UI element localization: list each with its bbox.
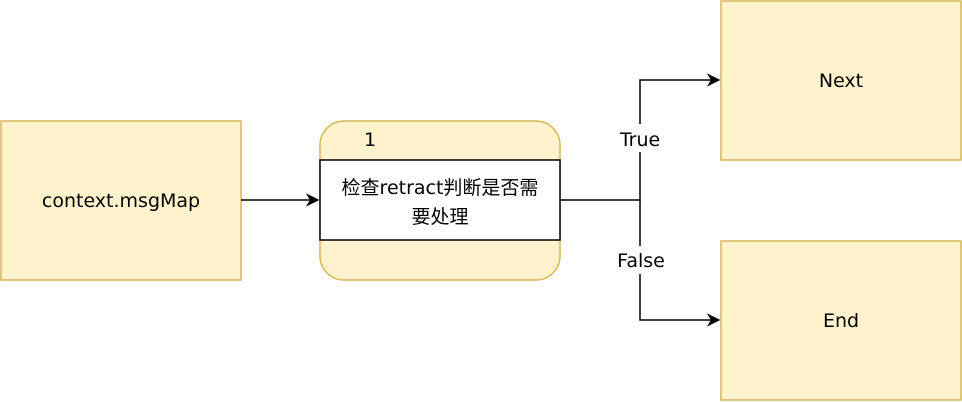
- flow-diagram: context.msgMap 1 检查retract判断是否需 要处理 Next…: [0, 0, 962, 401]
- process-node-label-line2: 要处理: [411, 206, 468, 228]
- end-node[interactable]: End: [720, 240, 962, 401]
- source-node-label: context.msgMap: [42, 190, 200, 212]
- process-node-label-line1: 检查retract判断是否需: [342, 177, 539, 199]
- process-node[interactable]: 1 检查retract判断是否需 要处理: [319, 120, 561, 281]
- next-node-label: Next: [819, 70, 863, 92]
- process-node-number: 1: [364, 129, 376, 151]
- false-edge-label: False: [617, 250, 665, 272]
- end-node-label: End: [823, 310, 859, 332]
- next-node[interactable]: Next: [720, 0, 962, 161]
- process-node-inner-box: [319, 159, 561, 241]
- source-node[interactable]: context.msgMap: [0, 120, 242, 281]
- true-edge-label: True: [619, 129, 660, 151]
